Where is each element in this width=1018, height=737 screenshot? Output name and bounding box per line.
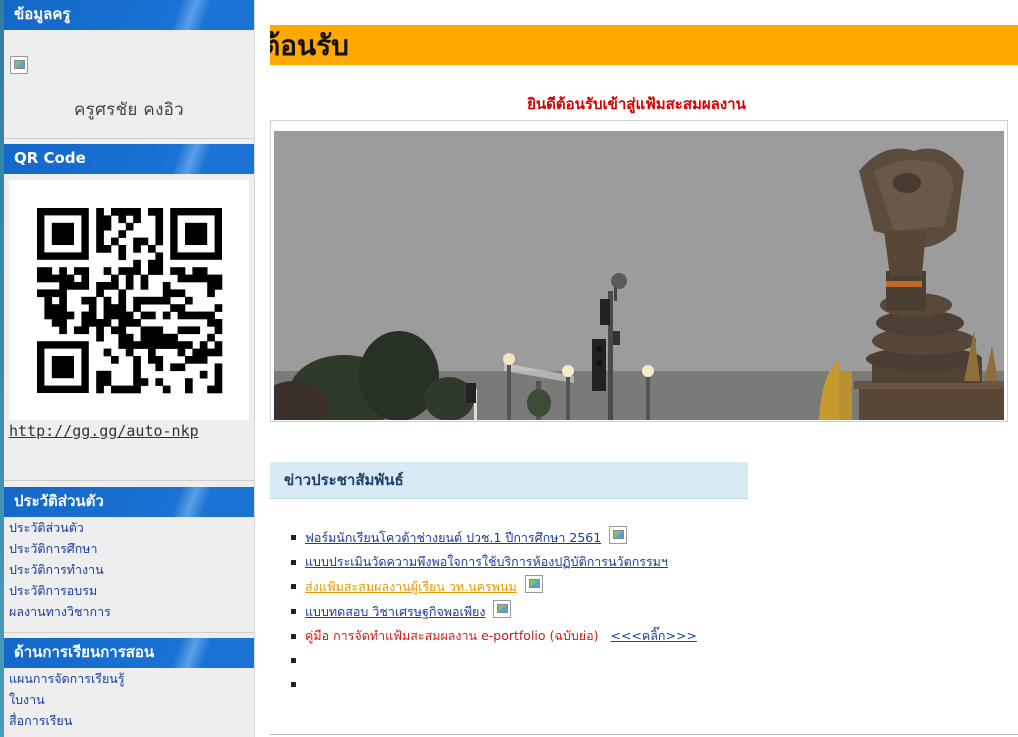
qr-code-image	[9, 180, 249, 420]
teaching-menu: แผนการจัดการเรียนรู้ ใบงาน สื่อการเรียน	[9, 668, 125, 731]
news-link-satisfaction-survey[interactable]: แบบประเมินวัดความพึงพอใจการใช้บริการห้อง…	[305, 554, 668, 569]
new-badge-broken-image	[609, 526, 628, 544]
news-item: ฟอร์มนักเรียนโควต้าช่างยนต์ ปวช.1 ปีการศ…	[291, 526, 697, 548]
news-item: แบบประเมินวัดความพึงพอใจการใช้บริการห้อง…	[291, 551, 697, 572]
sidebar-item-work[interactable]: ประวัติการทำงาน	[9, 559, 111, 580]
divider	[4, 138, 254, 139]
new-badge-broken-image	[524, 575, 543, 593]
news-link-click-here[interactable]: <<<คลิ๊ก>>>	[610, 628, 696, 643]
sidebar-item-education[interactable]: ประวัติการศึกษา	[9, 538, 111, 559]
qr-code-header: QR Code	[4, 144, 254, 174]
welcome-message: ยินดีต้อนรับเข้าสู่แฟ้มสะสมผลงาน	[527, 95, 746, 113]
teacher-info-header: ข้อมูลครู	[4, 0, 254, 30]
sidebar-item-academic-works[interactable]: ผลงานทางวิชาการ	[9, 601, 111, 622]
profile-menu: ประวัติส่วนตัว ประวัติการศึกษา ประวัติกา…	[9, 517, 111, 622]
teacher-photo-broken-image	[10, 56, 28, 74]
divider	[4, 480, 254, 481]
new-badge-broken-image	[493, 600, 512, 618]
sidebar-item-learning-media[interactable]: สื่อการเรียน	[9, 710, 125, 731]
news-item-empty	[291, 649, 697, 670]
news-link-submit-portfolio[interactable]: ส่งแฟ้มสะสมผลงานผู้เรียน วท.นครพนม	[305, 579, 517, 594]
sidebar-item-lesson-plans[interactable]: แผนการจัดการเรียนรู้	[9, 668, 125, 689]
teacher-name: ครูศรชัย คงอิว	[73, 100, 185, 120]
news-item-empty	[291, 673, 697, 694]
qr-link[interactable]: http://gg.gg/auto-nkp	[9, 422, 199, 440]
news-item: ส่งแฟ้มสะสมผลงานผู้เรียน วท.นครพนม	[291, 575, 697, 597]
naga-statue-scene	[274, 131, 1004, 420]
news-item: แบบทดสอบ วิชาเศรษฐกิจพอเพียง	[291, 600, 697, 622]
sidebar-item-training[interactable]: ประวัติการอบรม	[9, 580, 111, 601]
news-item: คู่มือ การจัดทำแฟ้มสะสมผลงาน e-portfolio…	[291, 625, 697, 646]
photo-frame	[270, 120, 1008, 422]
news-list: ฟอร์มนักเรียนโควต้าช่างยนต์ ปวช.1 ปีการศ…	[291, 526, 697, 697]
divider	[4, 632, 254, 633]
main-content: ต้อนรับ ยินดีต้อนรับเข้าสู่แฟ้มสะสมผลงาน	[255, 0, 1018, 737]
news-header: ข่าวประชาสัมพันธ์	[270, 462, 748, 499]
divider	[270, 734, 1018, 735]
news-link-sufficiency-test[interactable]: แบบทดสอบ วิชาเศรษฐกิจพอเพียง	[305, 604, 486, 619]
teaching-header: ด้านการเรียนการสอน	[4, 638, 254, 668]
news-link-quota-form[interactable]: ฟอร์มนักเรียนโควต้าช่างยนต์ ปวช.1 ปีการศ…	[305, 530, 601, 545]
qr-code-icon	[37, 208, 223, 394]
sidebar: ข้อมูลครู ครูศรชัย คงอิว QR Code http://…	[0, 0, 255, 737]
naga-statue-photo	[274, 131, 1004, 420]
welcome-banner: ต้อนรับ	[270, 25, 1018, 65]
banner-title: ต้อนรับ	[270, 29, 349, 62]
sidebar-item-worksheets[interactable]: ใบงาน	[9, 689, 125, 710]
sidebar-item-profile[interactable]: ประวัติส่วนตัว	[9, 517, 111, 538]
profile-header: ประวัติส่วนตัว	[4, 487, 254, 517]
news-text-eportfolio-guide: คู่มือ การจัดทำแฟ้มสะสมผลงาน e-portfolio…	[305, 628, 599, 643]
